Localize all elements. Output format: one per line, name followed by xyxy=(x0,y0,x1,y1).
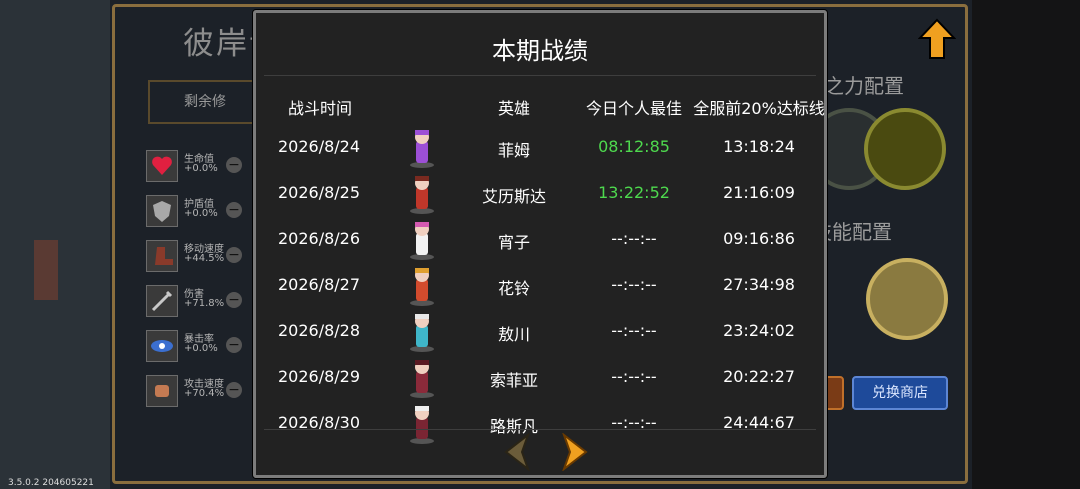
record-best: --:--:-- xyxy=(611,229,657,248)
heart-icon xyxy=(146,150,178,182)
stat-damage: 伤害 +71.8% − xyxy=(146,285,246,319)
record-row: 2026/8/29 索菲亚 --:--:-- 20:22:27 xyxy=(264,355,816,400)
record-target: 21:16:09 xyxy=(723,183,795,202)
record-best: --:--:-- xyxy=(611,321,657,340)
fist-icon xyxy=(146,375,178,407)
minus-button[interactable]: − xyxy=(226,337,242,353)
record-date: 2026/8/29 xyxy=(278,367,361,386)
record-date: 2026/8/24 xyxy=(278,137,361,156)
records-panel: 本期战绩 战斗时间 英雄 今日个人最佳 全服前20%达标线 2026/8/24 … xyxy=(253,10,827,478)
record-best: --:--:-- xyxy=(611,275,657,294)
stat-value: +0.0% xyxy=(184,343,218,354)
record-target: 23:24:02 xyxy=(723,321,795,340)
version-label: 3.5.0.2 204605221 xyxy=(8,478,94,488)
header-best: 今日个人最佳 xyxy=(585,99,682,118)
stat-value: +0.0% xyxy=(184,208,218,219)
record-target: 20:22:27 xyxy=(723,367,795,386)
record-hero: 花铃 xyxy=(497,279,530,298)
stat-attack-speed: 攻击速度 +70.4% − xyxy=(146,375,246,409)
eye-icon xyxy=(146,330,178,362)
record-row: 2026/8/27 花铃 --:--:-- 27:34:98 xyxy=(264,263,816,308)
stat-value: +44.5% xyxy=(184,253,225,264)
record-target: 09:16:86 xyxy=(723,229,795,248)
stat-value: +71.8% xyxy=(184,298,225,309)
header-date: 战斗时间 xyxy=(288,99,353,118)
shop-button[interactable]: 兑换商店 xyxy=(852,376,948,410)
record-best: 13:22:52 xyxy=(598,183,670,202)
record-date: 2026/8/28 xyxy=(278,321,361,340)
record-hero: 宵子 xyxy=(497,233,530,252)
record-hero: 索菲亚 xyxy=(489,371,538,390)
shield-icon xyxy=(146,195,178,227)
record-row: 2026/8/25 艾历斯达 13:22:52 21:16:09 xyxy=(264,171,816,216)
prev-page-arrow-icon[interactable] xyxy=(500,433,534,471)
skill-slot-orb[interactable] xyxy=(866,258,948,340)
minus-button[interactable]: − xyxy=(226,247,242,263)
upgrade-arrow-icon[interactable] xyxy=(918,18,956,60)
record-date: 2026/8/26 xyxy=(278,229,361,248)
stat-speed: 移动速度 +44.5% − xyxy=(146,240,246,274)
minus-button[interactable]: − xyxy=(226,382,242,398)
header-target: 全服前20%达标线 xyxy=(693,99,825,118)
record-date: 2026/8/25 xyxy=(278,183,361,202)
record-date: 2026/8/27 xyxy=(278,275,361,294)
boot-icon xyxy=(146,240,178,272)
hero-avatar-icon xyxy=(410,406,434,444)
record-target: 27:34:98 xyxy=(723,275,795,294)
minus-button[interactable]: − xyxy=(226,292,242,308)
record-hero: 敖川 xyxy=(497,325,530,344)
record-row: 2026/8/24 菲姆 08:12:85 13:18:24 xyxy=(264,125,816,170)
stat-health: 生命值 +0.0% − xyxy=(146,150,246,184)
remaining-label: 剩余修 xyxy=(148,80,262,124)
record-row: 2026/8/28 敖川 --:--:-- 23:24:02 xyxy=(264,309,816,354)
record-hero: 艾历斯达 xyxy=(481,187,546,206)
hero-avatar-icon xyxy=(410,222,434,260)
minus-button[interactable]: − xyxy=(226,157,242,173)
divider xyxy=(264,75,816,76)
record-best: --:--:-- xyxy=(611,367,657,386)
record-target: 13:18:24 xyxy=(723,137,795,156)
player-character xyxy=(34,240,58,300)
panel-title: 本期战绩 xyxy=(492,37,588,65)
record-row: 2026/8/26 宵子 --:--:-- 09:16:86 xyxy=(264,217,816,262)
stat-crit: 暴击率 +0.0% − xyxy=(146,330,246,364)
divider xyxy=(264,429,816,430)
header-hero: 英雄 xyxy=(497,99,530,118)
hero-avatar-icon xyxy=(410,176,434,214)
stat-shield: 护盾值 +0.0% − xyxy=(146,195,246,229)
stat-value: +70.4% xyxy=(184,388,225,399)
record-row: 2026/8/30 路斯凡 --:--:-- 24:44:67 xyxy=(264,401,816,446)
record-best: 08:12:85 xyxy=(598,137,670,156)
hero-avatar-icon xyxy=(410,314,434,352)
hero-avatar-icon xyxy=(410,268,434,306)
hero-avatar-icon xyxy=(410,130,434,168)
minus-button[interactable]: − xyxy=(226,202,242,218)
sword-icon xyxy=(146,285,178,317)
dao-slot-orb[interactable] xyxy=(864,108,946,190)
right-edge xyxy=(972,0,1080,489)
record-hero: 菲姆 xyxy=(497,141,530,160)
stat-value: +0.0% xyxy=(184,163,218,174)
next-page-arrow-icon[interactable] xyxy=(558,433,592,471)
hero-avatar-icon xyxy=(410,360,434,398)
